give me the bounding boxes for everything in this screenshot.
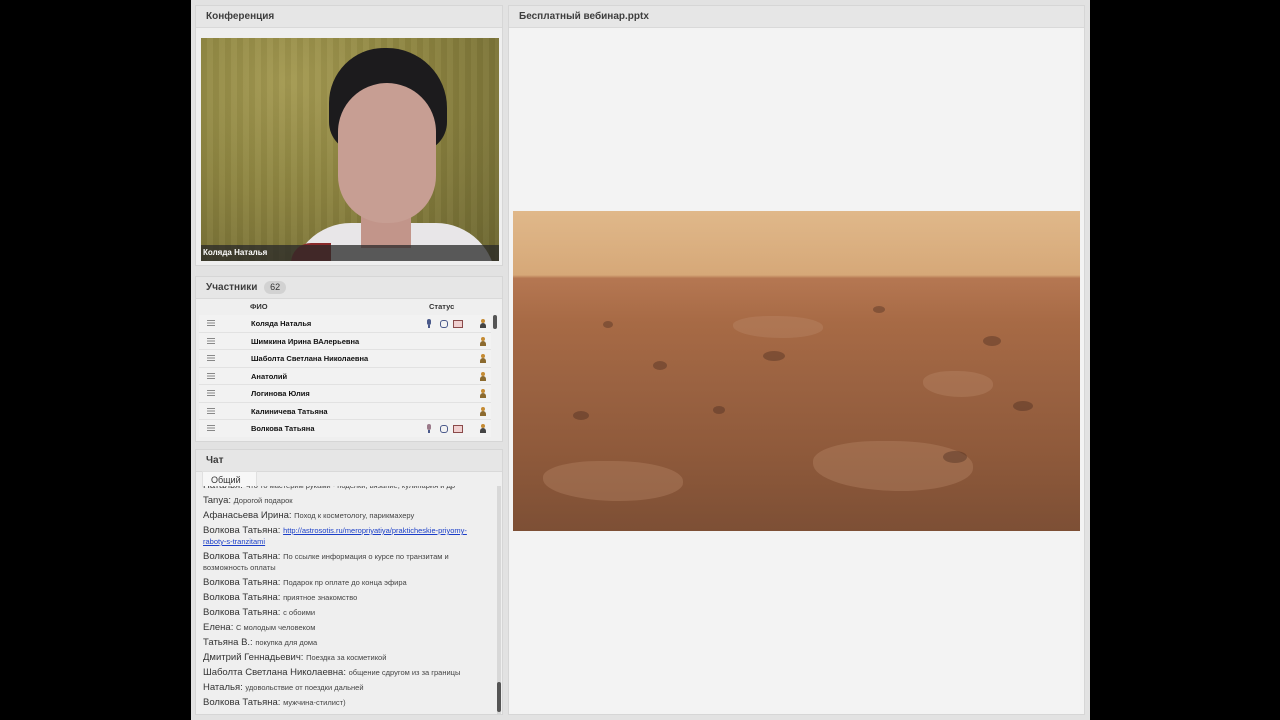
drag-handle-icon[interactable] <box>207 355 215 361</box>
chat-message: Шаболта Светлана Николаевна: общение сдр… <box>203 667 496 678</box>
participant-name: Анатолий <box>251 371 288 381</box>
participant-name: Шаболта Светлана Николаевна <box>251 354 369 363</box>
chat-author: Дмитрий Геннадьевич: <box>203 652 304 663</box>
drag-handle-icon[interactable] <box>207 320 215 326</box>
participant-row[interactable]: Калиничева Татьяна <box>199 402 491 420</box>
presentation-title: Бесплатный вебинар.pptx <box>509 6 1084 28</box>
user-role-icon <box>479 371 487 381</box>
speaker-name-label: Коляда Наталья <box>201 245 499 261</box>
participant-row[interactable]: Шаболта Светлана Николаевна <box>199 350 491 368</box>
chat-scrollbar-track[interactable] <box>497 486 501 714</box>
participants-scrollbar[interactable] <box>493 315 497 329</box>
chat-text: общение сдругом из за границы <box>348 668 461 677</box>
chat-text: С молодым человеком <box>235 623 316 632</box>
conference-panel: Конференция Коляда Наталья <box>195 5 503 266</box>
chat-author: Tanya: <box>203 495 231 506</box>
speaker-face <box>338 83 436 223</box>
participant-name: Волкова Татьяна <box>251 424 315 433</box>
chat-message: Волкова Татьяна: http://astrosotis.ru/me… <box>203 525 496 547</box>
user-role-icon <box>479 389 487 398</box>
chat-author: Волкова Татьяна: <box>203 697 281 708</box>
chat-author: Наталья: <box>203 682 243 693</box>
chat-panel: Чат Общий Наталья: Что то мастерим рукам… <box>195 449 503 715</box>
microphone-icon[interactable] <box>425 424 433 433</box>
participants-panel: Участники 62 ФИО Статус Коляда Наталья Ши… <box>195 276 503 442</box>
participant-name: Логинова Юлия <box>251 389 310 398</box>
chat-text: Поход к косметологу, парикмахеру <box>294 511 415 520</box>
presentation-panel: Бесплатный вебинар.pptx <box>508 5 1085 715</box>
chat-text: с обоими <box>283 608 316 617</box>
chat-text: удовольствие от поездки дальней <box>245 683 364 692</box>
participants-count-badge: 62 <box>264 281 287 294</box>
participants-columns: ФИО Статус <box>196 300 502 314</box>
chat-author: Волкова Татьяна: <box>203 525 281 536</box>
participant-row[interactable]: Логинова Юлия <box>199 385 491 403</box>
participant-name: Шимкина Ирина ВАлерьевна <box>251 336 360 346</box>
chat-message: Волкова Татьяна: мужчина-стилист) <box>203 697 496 708</box>
chat-messages[interactable]: Наталья: Что то мастерим руками - поделк… <box>196 486 496 714</box>
participant-row[interactable]: Коляда Наталья <box>199 315 491 333</box>
chat-author: Наталья: <box>203 486 243 491</box>
column-name-header[interactable]: ФИО <box>250 302 268 311</box>
chat-scrollbar-thumb[interactable] <box>497 682 501 712</box>
chat-message: Афанасьева Ирина: Поход к косметологу, п… <box>203 510 496 521</box>
chat-text: Что то мастерим руками - поделки, вязани… <box>245 486 455 490</box>
chat-message: Наталья: Что то мастерим руками - поделк… <box>203 486 496 491</box>
participant-row[interactable]: Волкова Татьяна <box>199 420 491 437</box>
user-role-icon <box>479 354 487 363</box>
participant-row[interactable]: Шимкина Ирина ВАлерьевна <box>199 332 491 350</box>
chat-author: Волкова Татьяна: <box>203 592 281 603</box>
chat-text: мужчина-стилист) <box>283 698 346 707</box>
chat-message: Наталья: удовольствие от поездки дальней <box>203 682 496 693</box>
drag-handle-icon[interactable] <box>207 372 215 379</box>
user-role-icon <box>479 336 487 346</box>
screen-share-icon[interactable] <box>453 424 463 433</box>
participant-name: Коляда Наталья <box>251 319 312 328</box>
chat-text: приятное знакомство <box>283 593 358 602</box>
chat-author: Афанасьева Ирина: <box>203 510 292 521</box>
chat-message: Дмитрий Геннадьевич: Поездка за косметик… <box>203 652 496 663</box>
chat-text: покупка для дома <box>255 638 318 647</box>
camera-icon[interactable] <box>439 319 448 328</box>
participants-header: Участники 62 <box>196 277 502 299</box>
participants-title: Участники <box>206 282 258 293</box>
chat-author: Волкова Татьяна: <box>203 607 281 618</box>
chat-author: Волкова Татьяна: <box>203 577 281 588</box>
chat-message: Елена: С молодым человеком <box>203 622 496 633</box>
chat-author: Елена: <box>203 622 234 633</box>
slide-image <box>513 211 1080 531</box>
user-role-icon <box>479 424 487 433</box>
chat-author: Волкова Татьяна: <box>203 551 281 562</box>
conference-title: Конференция <box>196 6 502 28</box>
webinar-room: Конференция Коляда Наталья Участники 62 … <box>191 0 1090 720</box>
chat-title: Чат <box>196 450 502 472</box>
chat-text: Дорогой подарок <box>233 496 293 505</box>
user-role-icon <box>479 319 487 328</box>
camera-icon[interactable] <box>439 424 448 433</box>
screen-share-icon[interactable] <box>453 319 463 328</box>
chat-text: Поездка за косметикой <box>306 653 387 662</box>
drag-handle-icon[interactable] <box>207 337 215 344</box>
column-status-header[interactable]: Статус <box>429 302 454 311</box>
chat-message: Волкова Татьяна: с обоими <box>203 607 496 618</box>
microphone-icon[interactable] <box>425 319 433 328</box>
participants-list[interactable]: Коляда Наталья Шимкина Ирина ВАлерьевна Ша… <box>199 315 491 437</box>
chat-tab-general[interactable]: Общий <box>202 471 257 487</box>
drag-handle-icon[interactable] <box>207 390 215 396</box>
chat-text: Подарок пр оплате до конца эфира <box>283 578 407 587</box>
participant-row[interactable]: Анатолий <box>199 367 491 385</box>
chat-author: Шаболта Светлана Николаевна: <box>203 667 346 678</box>
chat-message: Tanya: Дорогой подарок <box>203 495 496 506</box>
chat-message: Татьяна В.: покупка для дома <box>203 637 496 648</box>
user-role-icon <box>479 406 487 416</box>
chat-message: Волкова Татьяна: Подарок пр оплате до ко… <box>203 577 496 588</box>
chat-author: Татьяна В.: <box>203 637 253 648</box>
drag-handle-icon[interactable] <box>207 425 215 431</box>
drag-handle-icon[interactable] <box>207 407 215 414</box>
chat-message: Волкова Татьяна: приятное знакомство <box>203 592 496 603</box>
participant-name: Калиничева Татьяна <box>251 406 328 416</box>
chat-message: Волкова Татьяна: По ссылке информация о … <box>203 551 496 573</box>
speaker-video[interactable]: Коляда Наталья <box>201 38 499 261</box>
